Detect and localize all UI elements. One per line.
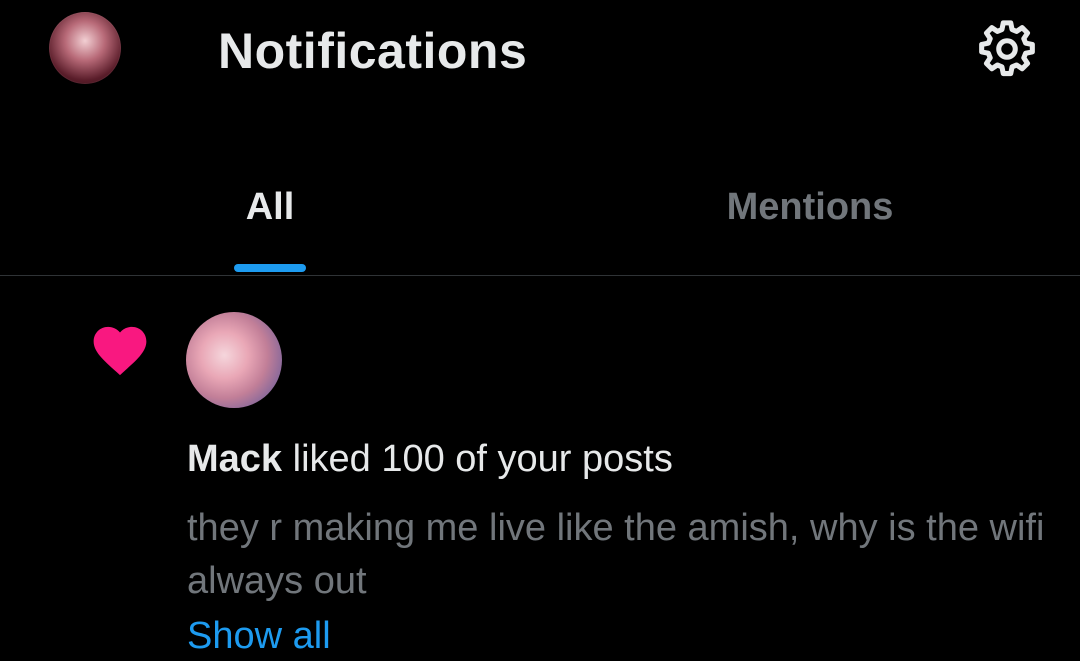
heart-icon	[93, 326, 147, 376]
profile-avatar[interactable]	[49, 12, 121, 84]
tab-bar: All Mentions	[0, 160, 1080, 276]
liker-avatar[interactable]	[186, 312, 282, 408]
post-preview-text: they r making me live like the amish, wh…	[187, 507, 1045, 602]
tab-mentions[interactable]: Mentions	[540, 160, 1080, 275]
user-name[interactable]: Mack	[187, 438, 282, 480]
page-title: Notifications	[218, 23, 528, 79]
notification-text: Mack liked 100 of your posts	[187, 434, 673, 484]
top-app-bar: Notifications	[0, 0, 1080, 120]
gear-icon	[979, 20, 1035, 77]
tab-mentions-label: Mentions	[726, 186, 894, 228]
tab-all-label: All	[245, 186, 295, 228]
show-all-link[interactable]: Show all	[187, 611, 331, 661]
settings-button[interactable]	[972, 14, 1042, 84]
tab-all[interactable]: All	[0, 160, 540, 275]
notification-item[interactable]: Mack liked 100 of your posts they r maki…	[0, 276, 1080, 657]
active-tab-indicator	[234, 264, 306, 272]
notification-action: liked 100 of your posts	[282, 438, 673, 480]
